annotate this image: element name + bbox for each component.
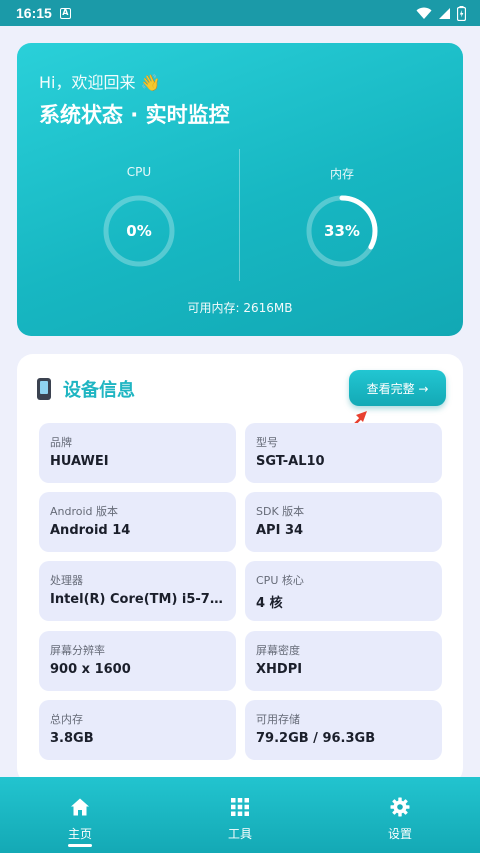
signal-icon xyxy=(439,7,450,19)
info-label: SDK 版本 xyxy=(256,505,305,518)
nav-label: 工具 xyxy=(227,827,252,841)
memory-gauge: 内存 33% xyxy=(292,165,392,269)
nav-label: 主页 xyxy=(67,827,92,841)
notification-icon: A xyxy=(59,7,71,19)
info-item-available-storage: 可用存储 79.2GB / 96.3GB xyxy=(245,700,442,760)
device-info-title: 设备信息 xyxy=(63,380,135,401)
info-item-density: 屏幕密度 XHDPI xyxy=(245,631,442,691)
info-value: XHDPI xyxy=(256,662,303,677)
info-label: 处理器 xyxy=(50,574,83,587)
info-label: Android 版本 xyxy=(50,505,119,518)
nav-item-home[interactable]: 主页 xyxy=(20,777,140,853)
info-item-model: 型号 SGT-AL10 xyxy=(245,423,442,483)
status-time: 16:15 xyxy=(16,5,52,21)
phone-icon xyxy=(37,378,51,400)
info-label: 屏幕密度 xyxy=(256,644,300,657)
home-icon xyxy=(71,798,89,816)
info-label: 屏幕分辨率 xyxy=(50,644,105,657)
info-value: 900 x 1600 xyxy=(50,662,131,677)
info-value: 4 核 xyxy=(256,596,283,611)
info-label: 品牌 xyxy=(50,436,72,449)
cpu-value: 0% xyxy=(126,222,152,240)
device-info-card: 设备信息 查看完整 → 品牌 HUAWEI 型号 SGT-AL10 Androi… xyxy=(17,354,463,784)
memory-value: 33% xyxy=(324,222,360,240)
view-full-button[interactable]: 查看完整 → xyxy=(349,370,446,406)
info-value: API 34 xyxy=(256,523,304,538)
nav-item-settings[interactable]: 设置 xyxy=(340,777,460,853)
memory-label: 内存 xyxy=(329,167,354,181)
battery-icon xyxy=(457,5,466,21)
cpu-label: CPU xyxy=(126,165,152,179)
gear-icon xyxy=(390,797,410,817)
nav-active-indicator xyxy=(68,844,92,847)
hero-title: 系统状态 · 实时监控 xyxy=(39,103,230,127)
system-status-card: Hi，欢迎回来 👋 系统状态 · 实时监控 CPU 0% 内存 33% 可用内存… xyxy=(17,43,463,336)
info-item-total-memory: 总内存 3.8GB xyxy=(39,700,236,760)
info-label: 可用存储 xyxy=(256,713,300,726)
info-value: 79.2GB / 96.3GB xyxy=(256,731,376,746)
info-item-android-version: Android 版本 Android 14 xyxy=(39,492,236,552)
info-value: SGT-AL10 xyxy=(256,454,325,469)
greeting-text: Hi，欢迎回来 👋 xyxy=(39,73,161,92)
wifi-icon xyxy=(416,7,432,19)
info-label: CPU 核心 xyxy=(256,574,304,587)
info-label: 型号 xyxy=(256,436,278,449)
bottom-nav: 主页 工具 设置 xyxy=(0,777,480,853)
available-memory: 可用内存: 2616MB xyxy=(187,301,293,315)
info-value: HUAWEI xyxy=(50,454,109,469)
info-label: 总内存 xyxy=(50,713,83,726)
gauge-divider xyxy=(239,149,240,281)
info-item-sdk-version: SDK 版本 API 34 xyxy=(245,492,442,552)
info-item-resolution: 屏幕分辨率 900 x 1600 xyxy=(39,631,236,691)
info-item-cpu-cores: CPU 核心 4 核 xyxy=(245,561,442,621)
grid-icon xyxy=(231,798,249,816)
info-value: 3.8GB xyxy=(50,731,94,746)
nav-label: 设置 xyxy=(387,827,412,841)
info-value: Android 14 xyxy=(50,523,131,538)
info-item-brand: 品牌 HUAWEI xyxy=(39,423,236,483)
nav-item-tools[interactable]: 工具 xyxy=(180,777,300,853)
info-value: Intel(R) Core(TM) i5-7500 ... xyxy=(50,592,225,607)
status-bar: 16:15 A xyxy=(0,0,480,26)
cpu-gauge: CPU 0% xyxy=(89,165,189,269)
info-item-processor: 处理器 Intel(R) Core(TM) i5-7500 ... xyxy=(39,561,236,621)
device-info-header: 设备信息 xyxy=(37,376,135,402)
